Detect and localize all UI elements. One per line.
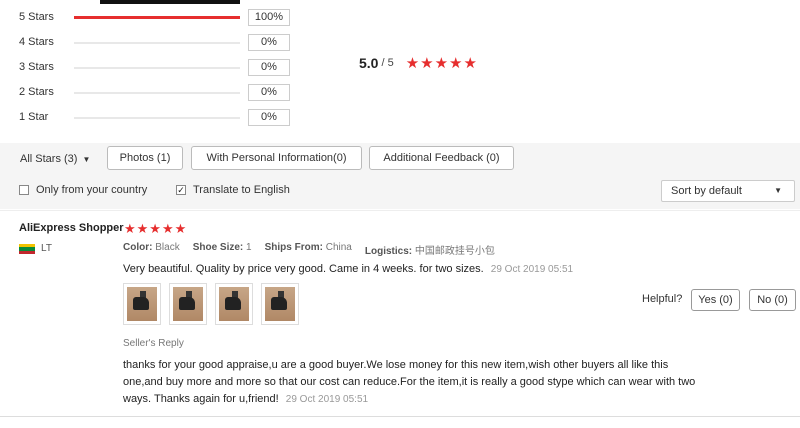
rating-percent: 100% xyxy=(248,9,290,26)
helpful-label: Helpful? xyxy=(642,293,683,305)
chevron-down-icon: ▼ xyxy=(774,186,782,195)
additional-feedback-filter-button[interactable]: Additional Feedback (0) xyxy=(369,146,514,170)
seller-reply-title: Seller's Reply xyxy=(123,338,184,349)
attr-logistics: Logistics: 中国邮政挂号小包 xyxy=(364,246,495,257)
rating-label: 4 Stars xyxy=(19,36,54,48)
sort-select[interactable]: Sort by default ▼ xyxy=(661,180,795,202)
sort-label: Sort by default xyxy=(671,185,742,197)
average-score: 5.0 / 5 ★★★★★ xyxy=(359,54,478,72)
rating-row-3[interactable]: 3 Stars 0% xyxy=(19,58,319,78)
only-country-checkbox[interactable] xyxy=(19,185,29,195)
rating-row-4[interactable]: 4 Stars 0% xyxy=(19,33,319,53)
review-item: AliExpress Shopper ★★★★★ LT Color: Black… xyxy=(0,210,800,418)
rating-row-1[interactable]: 1 Star 0% xyxy=(19,108,319,128)
seller-reply: thanks for your good appraise,u are a go… xyxy=(123,357,703,408)
rating-percent: 0% xyxy=(248,109,290,126)
attr-shoe-size: Shoe Size: 1 xyxy=(192,242,252,253)
photos-filter-button[interactable]: Photos (1) xyxy=(107,146,183,170)
rating-track xyxy=(74,92,240,94)
review-date: 29 Oct 2019 05:51 xyxy=(490,264,574,275)
rating-percent: 0% xyxy=(248,59,290,76)
rating-track xyxy=(74,16,240,19)
helpful-yes-button[interactable]: Yes (0) xyxy=(691,289,740,311)
review-photo-thumbnail[interactable] xyxy=(261,283,299,325)
rating-label: 1 Star xyxy=(19,111,49,123)
only-country-label: Only from your country xyxy=(36,184,148,196)
score-stars-icon: ★★★★★ xyxy=(405,55,478,72)
review-photos xyxy=(123,283,307,325)
attr-color: Color: Black xyxy=(123,242,180,253)
filter-bar: All Stars (3) ▼ Photos (1) With Personal… xyxy=(0,143,800,209)
rating-label: 3 Stars xyxy=(19,61,54,73)
all-stars-dropdown[interactable]: All Stars (3) ▼ xyxy=(20,153,90,165)
all-stars-label: All Stars (3) xyxy=(20,153,78,165)
helpful-no-button[interactable]: No (0) xyxy=(749,289,796,311)
review-content: Very beautiful. Quality by price very go… xyxy=(123,263,573,275)
rating-row-5[interactable]: 5 Stars 100% xyxy=(19,8,319,28)
rating-percent: 0% xyxy=(248,34,290,51)
personal-info-filter-button[interactable]: With Personal Information(0) xyxy=(191,146,362,170)
only-country-checkbox-row[interactable]: Only from your country xyxy=(19,184,147,196)
flag-stripe xyxy=(19,250,35,254)
bottom-divider xyxy=(0,416,800,417)
seller-reply-date: 29 Oct 2019 05:51 xyxy=(285,394,369,405)
rating-row-2[interactable]: 2 Stars 0% xyxy=(19,83,319,103)
review-stars-icon: ★★★★★ xyxy=(124,221,188,236)
seller-reply-text: thanks for your good appraise,u are a go… xyxy=(123,359,696,405)
score-max: / 5 xyxy=(381,57,394,69)
review-photo-thumbnail[interactable] xyxy=(123,283,161,325)
reviewer-country: LT xyxy=(41,243,52,254)
reviewer-name: AliExpress Shopper xyxy=(19,222,124,234)
score-value: 5.0 xyxy=(359,55,379,71)
rating-track xyxy=(74,42,240,44)
chevron-down-icon: ▼ xyxy=(82,154,91,164)
review-text: Very beautiful. Quality by price very go… xyxy=(123,263,484,275)
translate-label: Translate to English xyxy=(193,184,290,196)
translate-checkbox-row[interactable]: ✓ Translate to English xyxy=(176,184,290,196)
rating-fill xyxy=(74,16,240,19)
attr-ships-from: Ships From: China xyxy=(264,242,352,253)
lithuania-flag-icon xyxy=(19,244,35,254)
translate-checkbox[interactable]: ✓ xyxy=(176,185,186,195)
rating-track xyxy=(74,67,240,69)
rating-label: 5 Stars xyxy=(19,11,54,23)
rating-label: 2 Stars xyxy=(19,86,54,98)
review-photo-thumbnail[interactable] xyxy=(215,283,253,325)
order-attributes: Color: Black Shoe Size: 1 Ships From: Ch… xyxy=(123,242,508,257)
rating-track xyxy=(74,117,240,119)
rating-percent: 0% xyxy=(248,84,290,101)
review-photo-thumbnail[interactable] xyxy=(169,283,207,325)
top-divider xyxy=(100,0,240,4)
